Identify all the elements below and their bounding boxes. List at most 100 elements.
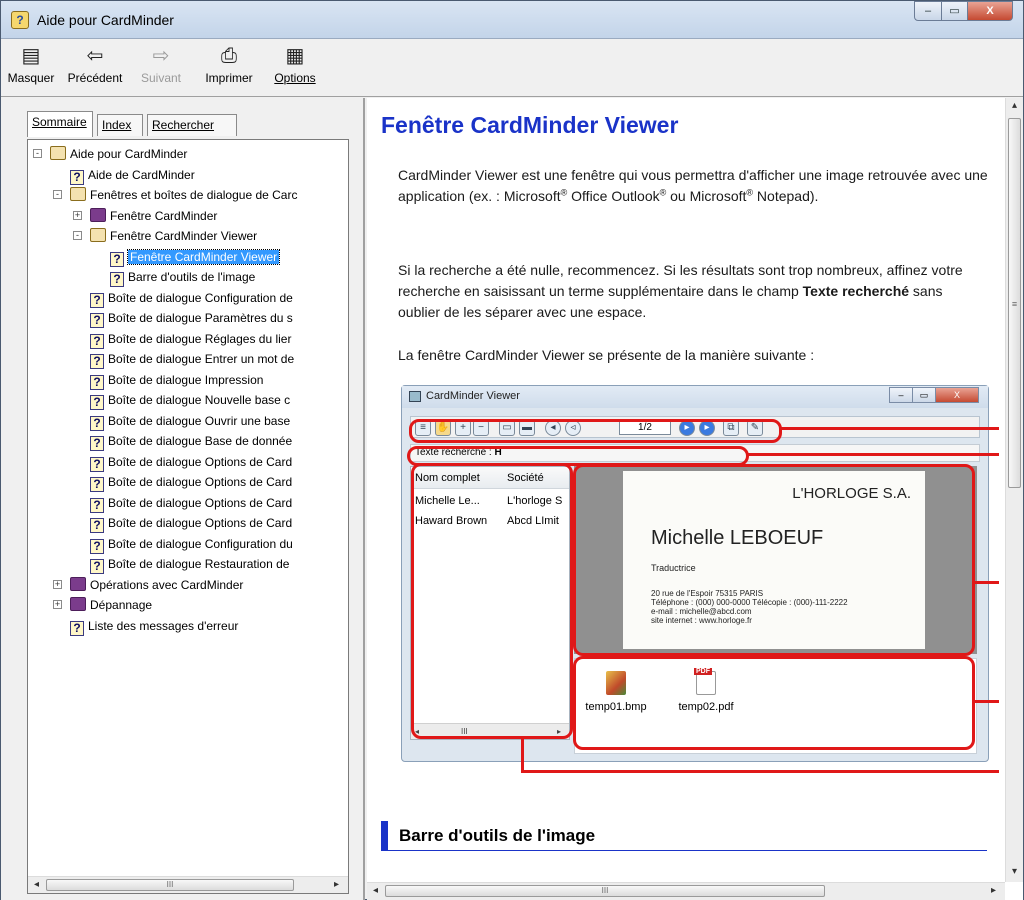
help-app-icon: ?	[11, 11, 29, 29]
tree-item-label: Boîte de dialogue Nouvelle base c	[108, 393, 291, 407]
tree-item-label: Boîte de dialogue Entrer un mot de	[108, 352, 295, 366]
tree-item[interactable]: ? Boîte de dialogue Options de Card	[82, 493, 292, 513]
tree-item[interactable]: ? Boîte de dialogue Nouvelle base c	[82, 390, 290, 410]
tree-horizontal-scrollbar[interactable]: ◂ III ▸	[28, 876, 348, 893]
options-label: Options	[274, 71, 316, 85]
options-button[interactable]: ▦ Options	[265, 43, 325, 93]
tree-item-content: Dépannage	[70, 597, 152, 612]
help-topic-icon: ?	[90, 477, 104, 492]
tree-item[interactable]: ? Aide de CardMinder	[62, 165, 195, 185]
close-button[interactable]: X	[967, 1, 1013, 21]
tree-item[interactable]: ? Fenêtre CardMinder Viewer	[102, 247, 281, 267]
tree-item-content: ? Boîte de dialogue Réglages du lier	[90, 332, 291, 349]
hide-button[interactable]: ▤ Masquer	[3, 43, 59, 93]
help-topic-icon: ?	[70, 169, 84, 185]
help-topic-icon: ?	[90, 497, 104, 513]
scroll-left-arrow-icon[interactable]: ◂	[367, 883, 384, 899]
maximize-button[interactable]: ▭	[941, 1, 968, 21]
tree-item[interactable]: ? Boîte de dialogue Paramètres du s	[82, 308, 293, 328]
section-heading-text: Barre d'outils de l'image	[399, 826, 596, 845]
collapse-icon[interactable]: -	[53, 190, 62, 199]
tree-item[interactable]: - Aide pour CardMinder	[33, 144, 187, 164]
tree-item[interactable]: + Fenêtre CardMinder	[73, 206, 217, 226]
scroll-right-arrow-icon[interactable]: ▸	[328, 877, 345, 893]
tree-item[interactable]: ? Boîte de dialogue Restauration de	[82, 554, 289, 574]
search-callout-line	[748, 453, 999, 456]
tab-search[interactable]: Rechercher	[147, 114, 237, 136]
horizontal-scroll-thumb[interactable]: III	[385, 885, 825, 897]
tree-item[interactable]: ? Boîte de dialogue Réglages du lier	[82, 329, 291, 349]
tree-item[interactable]: ? Boîte de dialogue Configuration du	[82, 534, 293, 554]
toolbar-callout-line	[781, 427, 999, 430]
tree-item[interactable]: ? Boîte de dialogue Base de donnée	[82, 431, 292, 451]
scroll-right-arrow-icon[interactable]: ▸	[985, 883, 1002, 899]
expand-icon[interactable]: +	[73, 210, 82, 220]
tab-index[interactable]: Index	[97, 114, 143, 136]
scroll-thumb[interactable]: III	[46, 879, 294, 891]
title-bar: ? Aide pour CardMinder – ▭ X	[1, 1, 1023, 39]
help-topic-icon: ?	[90, 292, 104, 308]
minimize-button[interactable]: –	[914, 1, 942, 21]
tree-item[interactable]: ? Boîte de dialogue Configuration de	[82, 288, 293, 308]
options-icon: ▦	[285, 45, 305, 67]
help-topic-icon: ?	[90, 374, 104, 390]
tree-item[interactable]: - Fenêtre CardMinder Viewer	[73, 226, 257, 246]
expand-icon[interactable]: +	[53, 600, 62, 609]
open-book-icon	[70, 187, 86, 201]
help-topic-icon: ?	[90, 333, 104, 349]
print-button[interactable]: ⎙ Imprimer	[197, 43, 261, 93]
search-field-name: Texte recherché	[802, 283, 910, 299]
collapse-icon[interactable]: -	[73, 231, 82, 240]
scroll-down-arrow-icon[interactable]: ▾	[1006, 864, 1023, 880]
tree-item-content: ? Boîte de dialogue Impression	[90, 372, 264, 390]
tree-view[interactable]: - Aide pour CardMinder ? Aide de CardMinder…	[28, 140, 348, 877]
expand-icon[interactable]: +	[53, 579, 62, 589]
tree-item-content: Fenêtre CardMinder Viewer	[90, 228, 257, 243]
tree-item-label: Fenêtres et boîtes de dialogue de Carc	[90, 188, 298, 202]
tree-item-label: Boîte de dialogue Options de Card	[108, 516, 293, 530]
intro-paragraph: CardMinder Viewer est une fenêtre qui vo…	[398, 165, 988, 207]
viewer-app-icon	[409, 391, 421, 402]
forward-arrow-icon: ⇨	[152, 45, 170, 67]
closed-book-icon	[70, 597, 86, 611]
help-topic-icon: ?	[90, 313, 104, 328]
tree-item[interactable]: + Dépannage	[53, 595, 152, 615]
help-topic-icon: ?	[90, 436, 104, 451]
topic-title: Fenêtre CardMinder Viewer	[381, 112, 679, 138]
scroll-left-arrow-icon[interactable]: ◂	[28, 877, 45, 893]
tree-item[interactable]: + Opérations avec CardMinder	[53, 575, 244, 595]
tree-item[interactable]: - Fenêtres et boîtes de dialogue de Carc	[53, 185, 298, 205]
tree-item-label: Boîte de dialogue Options de Card	[108, 454, 293, 469]
tree-item[interactable]: ? Barre d'outils de l'image	[102, 267, 255, 287]
tree-item-content: ? Boîte de dialogue Entrer un mot de	[90, 352, 295, 369]
tab-contents[interactable]: Sommaire	[27, 111, 93, 137]
tree-item-label: Boîte de dialogue Configuration de	[108, 290, 293, 305]
tree-item[interactable]: ? Boîte de dialogue Options de Card	[82, 452, 292, 472]
tree-item-content: ? Aide de CardMinder	[70, 168, 195, 185]
tree-item-label: Boîte de dialogue Impression	[108, 372, 264, 387]
vertical-scroll-thumb[interactable]: ≡	[1008, 118, 1021, 488]
collapse-icon[interactable]: -	[33, 149, 42, 158]
open-book-icon	[90, 228, 106, 242]
scroll-up-arrow-icon[interactable]: ▴	[1006, 98, 1023, 114]
tab-contents-label: Sommaire	[32, 115, 87, 129]
forward-button[interactable]: ⇨ Suivant	[131, 43, 191, 93]
topic-vertical-scrollbar[interactable]: ▴ ≡ ▾	[1005, 98, 1023, 882]
tree-item[interactable]: ? Boîte de dialogue Ouvrir une base	[82, 411, 290, 431]
tree-item-label: Opérations avec CardMinder	[90, 577, 244, 592]
tree-item-content: ? Boîte de dialogue Options de Card	[90, 516, 293, 533]
forward-label: Suivant	[140, 71, 182, 85]
tree-item[interactable]: ? Boîte de dialogue Options de Card	[82, 472, 292, 492]
topic-horizontal-scrollbar[interactable]: ◂ III ▸	[367, 882, 1005, 900]
toolbar: ▤ Masquer ⇦ Précédent ⇨ Suivant ⎙ Imprim…	[1, 39, 1023, 97]
help-topic-icon: ?	[110, 272, 124, 287]
tree-item-label: Boîte de dialogue Ouvrir une base	[108, 413, 291, 428]
back-button[interactable]: ⇦ Précédent	[61, 43, 129, 93]
tree-item[interactable]: ? Boîte de dialogue Impression	[82, 370, 263, 390]
tree-item-content: ? Boîte de dialogue Options de Card	[90, 496, 292, 513]
tree-item[interactable]: ? Boîte de dialogue Options de Card	[82, 513, 292, 533]
contents-tree: - Aide pour CardMinder ? Aide de CardMinder…	[27, 139, 349, 894]
tree-item[interactable]: ? Liste des messages d'erreur	[62, 616, 238, 636]
tree-item-label: Boîte de dialogue Paramètres du s	[108, 311, 293, 325]
tree-item[interactable]: ? Boîte de dialogue Entrer un mot de	[82, 349, 294, 369]
